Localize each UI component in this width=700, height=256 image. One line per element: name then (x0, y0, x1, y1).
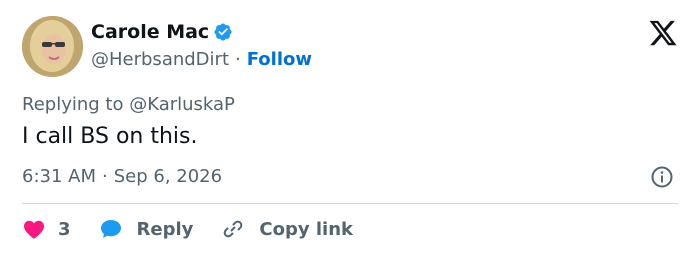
like-count: 3 (58, 218, 71, 240)
like-button[interactable]: 3 (22, 217, 71, 241)
tweet-card: Carole Mac @HerbsandDirt · Follow Replyi… (0, 0, 700, 256)
link-icon (224, 220, 243, 238)
tweet-text: I call BS on this. (22, 124, 198, 149)
divider (22, 203, 678, 204)
tweet-date: Sep 6, 2026 (113, 166, 223, 187)
heart-icon (24, 220, 44, 239)
speech-bubble-icon (100, 220, 121, 238)
follow-button[interactable]: Follow (247, 49, 312, 70)
avatar-photo (22, 16, 83, 77)
timestamp[interactable]: 6:31 AM · Sep 6, 2026 (22, 166, 222, 187)
author-name-row: Carole Mac (91, 21, 233, 43)
tweet-time: 6:31 AM (22, 166, 96, 187)
reply-button[interactable]: Reply (99, 217, 194, 241)
avatar[interactable] (22, 16, 83, 77)
copy-link-label: Copy link (259, 218, 353, 240)
separator-dot: · (235, 49, 241, 70)
timestamp-separator: · (102, 166, 108, 187)
info-icon[interactable] (650, 165, 674, 189)
author-handle[interactable]: @HerbsandDirt (91, 49, 229, 70)
replying-to-label[interactable]: Replying to @KarluskaP (22, 94, 235, 115)
copy-link-button[interactable]: Copy link (221, 217, 353, 241)
verified-badge-icon (214, 23, 232, 41)
action-bar: 3 Reply Copy link (22, 217, 353, 241)
x-logo-icon[interactable] (648, 18, 678, 48)
author-handle-row: @HerbsandDirt · Follow (91, 49, 312, 70)
reply-label: Reply (136, 218, 194, 240)
author-name[interactable]: Carole Mac (91, 21, 209, 43)
